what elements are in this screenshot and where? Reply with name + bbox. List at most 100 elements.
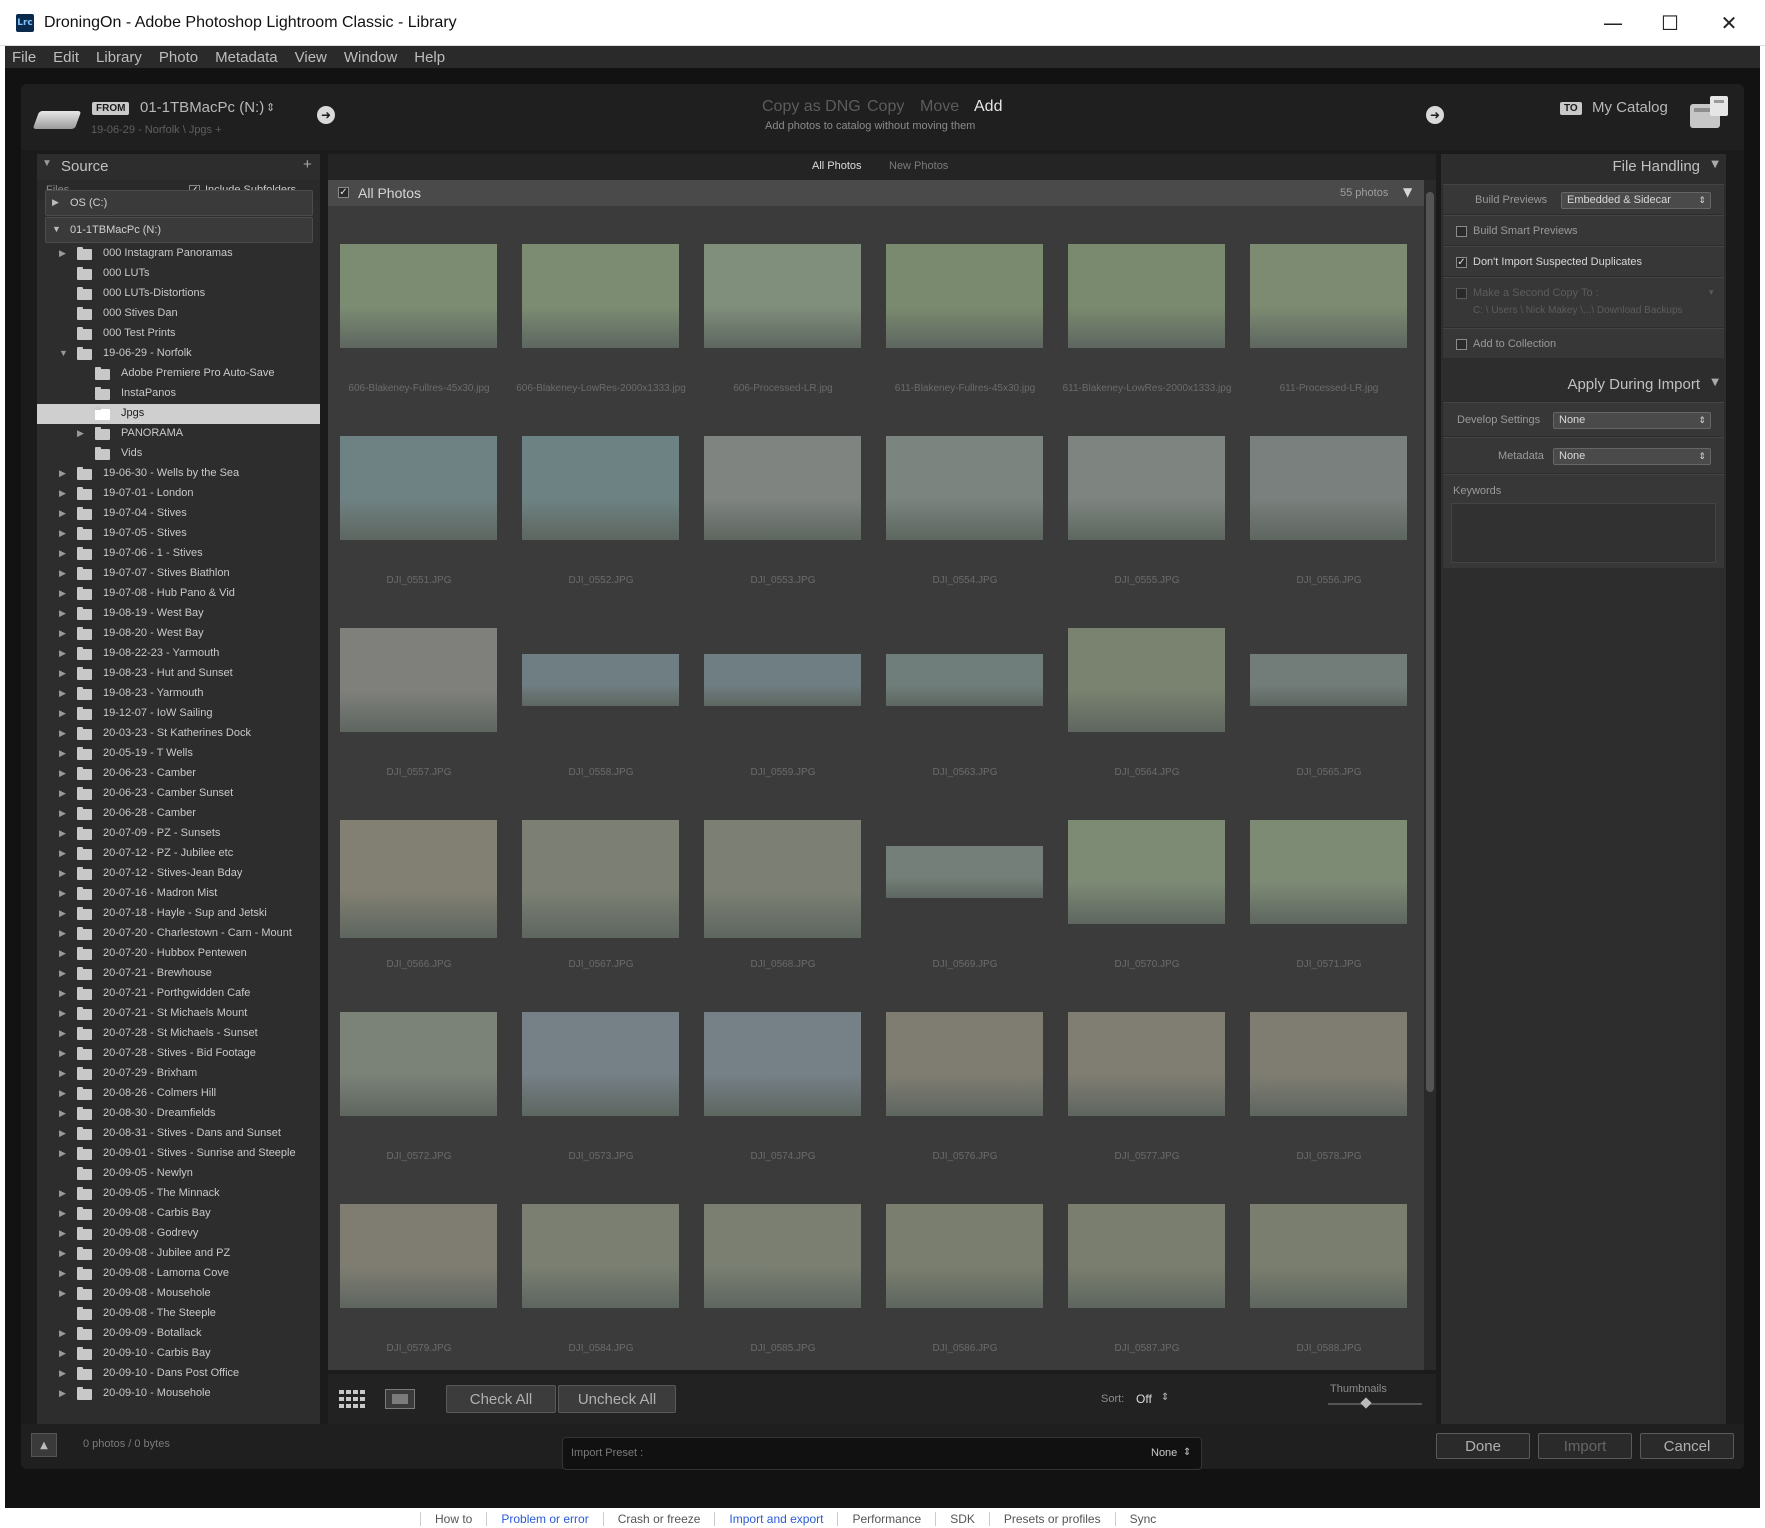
slider-knob[interactable]	[1359, 1397, 1372, 1409]
expand-triangle-icon[interactable]: ▶	[59, 908, 66, 919]
folder-row[interactable]: Adobe Premiere Pro Auto-Save	[37, 364, 320, 384]
folder-row[interactable]: ▶ 000 Instagram Panoramas	[37, 244, 320, 264]
menu-edit[interactable]: Edit	[46, 49, 89, 66]
photo-thumbnail[interactable]	[1068, 436, 1225, 540]
folder-row[interactable]: ▶ 19-07-04 - Stives	[37, 504, 320, 524]
cancel-button[interactable]: Cancel	[1640, 1433, 1734, 1459]
photo-thumbnail[interactable]	[340, 820, 497, 938]
menu-photo[interactable]: Photo	[152, 49, 208, 66]
mode-add[interactable]: Add	[974, 98, 1002, 116]
folder-row[interactable]: ▶ 20-07-21 - Porthgwidden Cafe	[37, 984, 320, 1004]
grid-view-icon[interactable]	[338, 1389, 366, 1409]
photo-thumbnail[interactable]	[522, 1012, 679, 1116]
photo-thumbnail[interactable]	[1068, 244, 1225, 348]
scrollbar-thumb[interactable]	[1426, 192, 1434, 1092]
collapse-triangle-icon[interactable]: ▼	[1711, 377, 1719, 388]
expand-up-icon[interactable]: ▲	[31, 1433, 57, 1457]
thumbnail-size-slider[interactable]	[1328, 1397, 1422, 1409]
folder-row[interactable]: ▶ 20-09-08 - Jubilee and PZ	[37, 1244, 320, 1264]
select-updown-icon[interactable]: ⇕	[1183, 1447, 1191, 1458]
folder-row[interactable]: ▶ 19-08-23 - Yarmouth	[37, 684, 320, 704]
folder-row[interactable]: ▶ 20-07-09 - PZ - Sunsets	[37, 824, 320, 844]
expand-triangle-icon[interactable]: ▶	[59, 1208, 66, 1219]
folder-row[interactable]: ▶ 19-07-08 - Hub Pano & Vid	[37, 584, 320, 604]
folder-row[interactable]: ▶ 19-08-19 - West Bay	[37, 604, 320, 624]
expand-triangle-icon[interactable]: ▶	[59, 1248, 66, 1259]
folder-row[interactable]: ▶ 20-07-28 - Stives - Bid Footage	[37, 1044, 320, 1064]
photo-thumbnail[interactable]	[522, 820, 679, 938]
expand-triangle-icon[interactable]: ▶	[59, 1188, 66, 1199]
folder-row[interactable]: 000 Test Prints	[37, 324, 320, 344]
photo-thumbnail[interactable]	[886, 436, 1043, 540]
folder-row[interactable]: 20-09-05 - Newlyn	[37, 1164, 320, 1184]
mode-copy-as-dng[interactable]: Copy as DNG	[762, 98, 861, 116]
expand-triangle-icon[interactable]: ▶	[59, 1228, 66, 1239]
import-button[interactable]: Import	[1538, 1433, 1632, 1459]
mode-copy[interactable]: Copy	[867, 98, 904, 116]
folder-row[interactable]: ▶ 20-09-09 - Botallack	[37, 1324, 320, 1344]
folder-row[interactable]: 000 Stives Dan	[37, 304, 320, 324]
check-all-button[interactable]: Check All	[446, 1385, 556, 1413]
folder-row[interactable]: 000 LUTs	[37, 264, 320, 284]
folder-row[interactable]: ▶ 20-05-19 - T Wells	[37, 744, 320, 764]
menu-window[interactable]: Window	[337, 49, 407, 66]
expand-triangle-icon[interactable]: ▶	[59, 948, 66, 959]
metadata-select[interactable]: None ⇕	[1553, 448, 1711, 465]
folder-row[interactable]: ▶ 19-07-01 - London	[37, 484, 320, 504]
second-copy-checkbox[interactable]	[1456, 288, 1467, 299]
expand-triangle-icon[interactable]: ▶	[52, 197, 59, 208]
photo-thumbnail[interactable]	[340, 628, 497, 732]
folder-row[interactable]: ▶ 20-09-08 - Godrevy	[37, 1224, 320, 1244]
photo-thumbnail[interactable]	[886, 1204, 1043, 1308]
photo-thumbnail[interactable]	[886, 244, 1043, 348]
photo-thumbnail[interactable]	[1250, 1012, 1407, 1116]
tab-new-photos[interactable]: New Photos	[889, 160, 948, 172]
folder-row[interactable]: ▶ 20-07-16 - Madron Mist	[37, 884, 320, 904]
all-photos-checkbox[interactable]: ✓	[338, 187, 349, 198]
folder-row[interactable]: ▶ 19-06-30 - Wells by the Sea	[37, 464, 320, 484]
expand-triangle-icon[interactable]: ▶	[59, 1128, 66, 1139]
expand-triangle-icon[interactable]: ▶	[59, 648, 66, 659]
photo-thumbnail[interactable]	[1250, 244, 1407, 348]
expand-triangle-icon[interactable]: ▶	[59, 708, 66, 719]
expand-triangle-icon[interactable]: ▶	[59, 1068, 66, 1079]
folder-row[interactable]: ▶ 19-07-06 - 1 - Stives	[37, 544, 320, 564]
photo-thumbnail[interactable]	[340, 1012, 497, 1116]
photo-thumbnail[interactable]	[340, 244, 497, 348]
add-source-icon[interactable]: +	[303, 156, 312, 173]
done-button[interactable]: Done	[1436, 1433, 1530, 1459]
expand-triangle-icon[interactable]: ▶	[59, 1388, 66, 1399]
folder-row[interactable]: ▶ 20-03-23 - St Katherines Dock	[37, 724, 320, 744]
folder-row[interactable]: ▶ 19-12-07 - IoW Sailing	[37, 704, 320, 724]
folder-row[interactable]: ▶ 20-07-20 - Hubbox Pentewen	[37, 944, 320, 964]
expand-triangle-icon[interactable]: ▶	[59, 548, 66, 559]
folder-row[interactable]: ▶ 20-07-29 - Brixham	[37, 1064, 320, 1084]
menu-view[interactable]: View	[288, 49, 337, 66]
keywords-input[interactable]	[1451, 503, 1716, 563]
photo-thumbnail[interactable]	[704, 244, 861, 348]
collapse-triangle-icon[interactable]: ▼	[42, 158, 52, 169]
photo-thumbnail[interactable]	[1250, 1204, 1407, 1308]
expand-triangle-icon[interactable]: ▶	[59, 848, 66, 859]
folder-row[interactable]: ▶ 20-08-30 - Dreamfields	[37, 1104, 320, 1124]
photo-thumbnail[interactable]	[522, 1204, 679, 1308]
folder-row[interactable]: ▶ 20-06-23 - Camber Sunset	[37, 784, 320, 804]
expand-triangle-icon[interactable]: ▶	[59, 248, 66, 259]
expand-triangle-icon[interactable]: ▶	[59, 468, 66, 479]
drive-n[interactable]: ▼ 01-1TBMacPc (N:)	[45, 217, 313, 243]
expand-triangle-icon[interactable]: ▶	[59, 1368, 66, 1379]
folder-row[interactable]: ▶ 19-07-05 - Stives	[37, 524, 320, 544]
photo-thumbnail[interactable]	[704, 1204, 861, 1308]
expand-triangle-icon[interactable]: ▶	[59, 688, 66, 699]
folder-row[interactable]: InstaPanos	[37, 384, 320, 404]
tab-all-photos[interactable]: All Photos	[812, 160, 862, 172]
mode-move[interactable]: Move	[920, 98, 959, 116]
folder-row[interactable]: ▶ 19-08-20 - West Bay	[37, 624, 320, 644]
expand-triangle-icon[interactable]: ▶	[59, 568, 66, 579]
folder-row[interactable]: ▶ 20-07-18 - Hayle - Sup and Jetski	[37, 904, 320, 924]
folder-row[interactable]: ▶ 20-06-28 - Camber	[37, 804, 320, 824]
expand-triangle-icon[interactable]: ▶	[59, 768, 66, 779]
photo-thumbnail[interactable]	[340, 436, 497, 540]
expand-triangle-icon[interactable]: ▶	[59, 1328, 66, 1339]
photo-thumbnail[interactable]	[704, 1012, 861, 1116]
